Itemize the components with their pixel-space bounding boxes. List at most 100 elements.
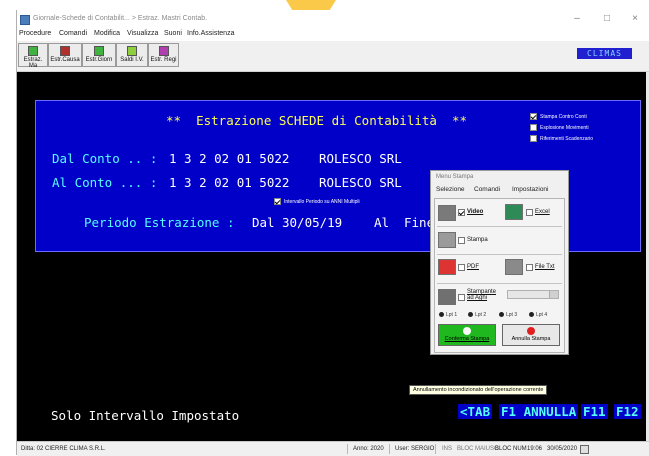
tab-key-button[interactable]: <TAB xyxy=(458,404,493,419)
toolbar-estraz-mastri-button[interactable]: Estraz. Ma xyxy=(18,43,48,69)
cancel-icon xyxy=(527,327,535,335)
f12-button[interactable]: F12 xyxy=(614,404,641,419)
dal-conto-code[interactable]: 1 3 2 02 01 5022 xyxy=(169,151,289,166)
status-separator xyxy=(389,444,390,454)
file-txt-checkbox[interactable] xyxy=(526,264,533,271)
menu-modifica[interactable]: Modifica xyxy=(94,30,120,37)
video-checkbox[interactable] xyxy=(458,209,465,216)
toolbar-saldi-iv-button[interactable]: Saldi I.V. xyxy=(116,43,148,67)
interval-multi-year-checkbox[interactable] xyxy=(274,198,281,205)
journal-icon xyxy=(94,46,104,56)
menu-info-assistenza[interactable]: Info.Assistenza xyxy=(187,30,234,37)
riferimenti-scadenzario-label: Riferimenti Scadenzario xyxy=(540,136,594,142)
status-message: Solo Intervallo Impostato xyxy=(51,408,240,423)
excel-label: Excel xyxy=(535,209,550,215)
status-separator xyxy=(435,444,436,454)
riferimenti-scadenzario-checkbox[interactable] xyxy=(530,135,537,142)
dialog-menu-impostazioni[interactable]: Impostazioni xyxy=(512,186,549,193)
esplosione-movimenti-label: Esplosione Movimenti xyxy=(540,125,589,131)
extract-icon xyxy=(28,46,38,56)
menu-suoni[interactable]: Suoni xyxy=(164,30,182,37)
periodo-label: Periodo Estrazione : xyxy=(84,215,235,230)
toolbar-estr-causali-button[interactable]: Estr.Causa xyxy=(48,43,82,67)
lpt1-radio[interactable] xyxy=(439,312,444,317)
status-time: 19:06 xyxy=(527,446,543,452)
al-word: Al xyxy=(374,215,390,230)
balance-icon xyxy=(127,46,137,56)
toolbar: Estraz. Ma Estr.Causa Estr.Giorn Saldi I… xyxy=(17,41,649,72)
f1-annulla-button[interactable]: F1 ANNULLA xyxy=(499,404,579,419)
status-anno: Anno: 2020 xyxy=(353,446,384,452)
maximize-button[interactable]: □ xyxy=(595,13,619,24)
minimize-button[interactable]: – xyxy=(565,13,589,24)
f11-button[interactable]: F11 xyxy=(581,404,608,419)
dialog-separator xyxy=(437,254,562,255)
lpt3-radio[interactable] xyxy=(499,312,504,317)
dialog-menu-bar: Selezione Comandi Impostazioni xyxy=(431,185,568,196)
dal-word: Dal xyxy=(252,215,275,230)
toolbar-estr-giornale-button[interactable]: Estr.Giorn xyxy=(82,43,116,67)
toolbar-estr-registri-button[interactable]: Estr. Regi xyxy=(148,43,179,67)
menu-visualizza[interactable]: Visualizza xyxy=(127,30,158,37)
title-bar: Giornale-Schede di Contabilit... > Estra… xyxy=(17,10,649,30)
dialog-separator xyxy=(437,283,562,284)
dot-matrix-printer-icon xyxy=(438,289,456,305)
status-ins: INS xyxy=(442,446,453,452)
dialog-body: Video Excel Stampa PDF File Txt Stampant… xyxy=(434,198,565,353)
monitor-icon xyxy=(438,205,456,221)
register-icon xyxy=(158,46,169,56)
al-conto-code[interactable]: 1 3 2 02 01 5022 xyxy=(169,175,289,190)
close-button[interactable]: × xyxy=(623,13,647,24)
stampa-contro-conti-checkbox[interactable] xyxy=(530,113,537,120)
stampante-aghi-checkbox[interactable] xyxy=(458,294,465,301)
dal-date-field[interactable]: 30/05/19 xyxy=(282,215,342,230)
stampa-label: Stampa xyxy=(467,237,488,243)
window-title: Giornale-Schede di Contabilit... > Estra… xyxy=(33,15,208,22)
status-ditta: Ditta: 02 CIERRE CLIMA S.R.L. xyxy=(21,446,106,452)
interval-multi-year-label: Intervallo Periodo su ANNI Multipli xyxy=(284,199,360,205)
checkmark-icon xyxy=(463,327,471,335)
print-menu-dialog: Menu Stampa Selezione Comandi Impostazio… xyxy=(430,170,569,355)
status-bloc-maiusc: BLOC MAIUSC xyxy=(457,446,499,452)
text-file-icon xyxy=(505,259,523,275)
status-bar: Ditta: 02 CIERRE CLIMA S.R.L. Anno: 2020… xyxy=(17,441,649,456)
dal-conto-label: Dal Conto .. : xyxy=(52,151,158,166)
stampa-checkbox[interactable] xyxy=(458,237,465,244)
lpt2-radio[interactable] xyxy=(468,312,473,317)
book-icon xyxy=(60,46,70,56)
pdf-label: PDF xyxy=(467,264,479,270)
dialog-menu-comandi[interactable]: Comandi xyxy=(474,186,500,193)
lpt4-label: Lpt 4 xyxy=(536,312,548,318)
lpt1-label: Lpt 1 xyxy=(446,312,458,318)
printer-select[interactable] xyxy=(507,290,559,299)
lpt2-label: Lpt 2 xyxy=(475,312,487,318)
file-txt-label: File Txt xyxy=(535,264,555,270)
calendar-icon xyxy=(580,445,589,454)
menu-comandi[interactable]: Comandi xyxy=(59,30,87,37)
dialog-menu-selezione[interactable]: Selezione xyxy=(436,186,465,193)
pdf-checkbox[interactable] xyxy=(458,264,465,271)
app-icon xyxy=(20,15,30,25)
status-date: 30/05/2020 xyxy=(547,446,578,452)
al-conto-label: Al Conto ... : xyxy=(52,175,158,190)
excel-icon xyxy=(505,204,523,220)
lpt4-radio[interactable] xyxy=(529,312,534,317)
menu-procedure[interactable]: Procedure xyxy=(19,30,51,37)
excel-checkbox[interactable] xyxy=(526,209,533,216)
pdf-icon xyxy=(438,259,456,275)
dialog-title: Menu Stampa xyxy=(436,174,474,180)
tooltip: Annullamento incondizionato dell'operazi… xyxy=(409,385,548,395)
chevron-down-icon xyxy=(549,291,558,298)
brand-logo: CLIMAS xyxy=(577,48,632,59)
form-title: ** Estrazione SCHEDE di Contabilità ** xyxy=(166,113,468,128)
annulla-stampa-button[interactable]: Annulla Stampa xyxy=(502,324,560,346)
stampa-contro-conti-label: Stampa Contro Conti xyxy=(540,114,587,120)
status-user: User: SERGIO xyxy=(395,446,435,452)
status-separator xyxy=(347,444,348,454)
printer-icon xyxy=(438,232,456,248)
dal-conto-name: ROLESCO SRL xyxy=(319,151,402,166)
status-bloc-num: BLOC NUM xyxy=(495,446,527,452)
al-conto-name: ROLESCO SRL xyxy=(319,175,402,190)
conferma-stampa-button[interactable]: Conferma Stampa xyxy=(438,324,496,346)
esplosione-movimenti-checkbox[interactable] xyxy=(530,124,537,131)
